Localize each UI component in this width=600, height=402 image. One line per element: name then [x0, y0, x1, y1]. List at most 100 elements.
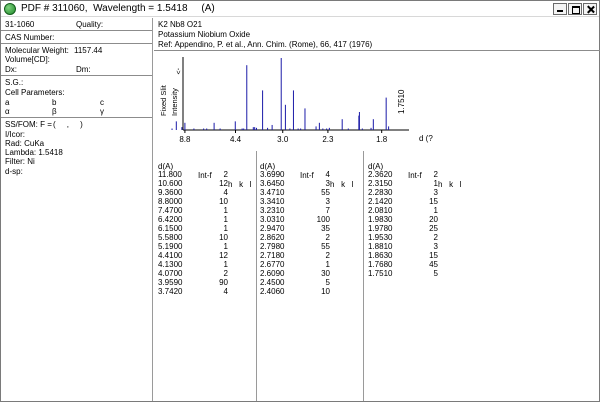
intensity-value: 100 — [316, 215, 330, 224]
maximize-button[interactable] — [568, 3, 582, 15]
d-spacing-value: 2.0810 — [368, 206, 393, 215]
d-spacing-value: 5.1900 — [158, 242, 183, 251]
cell-beta: β — [52, 107, 57, 116]
x-tick-label: 4.4 — [230, 135, 242, 144]
icor-label: I/Icor: — [5, 130, 26, 139]
intensity-value: 1 — [433, 206, 438, 215]
d-spacing-value: 2.2830 — [368, 188, 393, 197]
cell-gamma: γ — [100, 107, 104, 116]
pdf-card-window: PDF # 311060, Wavelength = 1.5418 (A) 31… — [0, 0, 600, 402]
y-axis-label-2: Intensity — [170, 88, 179, 116]
intensity-value: 3 — [325, 179, 330, 188]
intensity-value: 4 — [223, 287, 228, 296]
d-spacing-value: 1.8810 — [368, 242, 393, 251]
intensity-value: 2 — [223, 170, 228, 179]
intensity-value: 90 — [219, 278, 228, 287]
close-button[interactable] — [583, 3, 597, 15]
title-bar[interactable]: PDF # 311060, Wavelength = 1.5418 (A) — [1, 1, 599, 17]
filter-label: Filter: Ni — [5, 157, 35, 166]
d-spacing-value: 1.7510 — [368, 269, 393, 278]
d-spacing-value: 10.600 — [158, 179, 183, 188]
left-info-panel: 31-1060 Quality: CAS Number: Molecular W… — [1, 18, 153, 401]
d-spacing-value: 1.9780 — [368, 224, 393, 233]
intensity-value: 1 — [433, 179, 438, 188]
x-axis-ticks: 8.8 4.4 3.0 2.3 1.8 — [179, 130, 388, 144]
d-spacing-value: 3.3410 — [260, 197, 285, 206]
table-column-2: d(A) Int-f h k l 3.6990 4 3.6450 3 3.4710 55 3… — [260, 153, 360, 402]
cas-number-label: CAS Number: — [5, 33, 55, 42]
intensity-value: 20 — [429, 215, 438, 224]
x-axis-label: d (? — [419, 134, 433, 143]
d-spacing-value: 6.4200 — [158, 215, 183, 224]
d-spacing-value: 1.8630 — [368, 251, 393, 260]
intensity-value: 2 — [433, 170, 438, 179]
volume-label: Volume[CD]: — [5, 55, 50, 64]
d-spacing-value: 2.7180 — [260, 251, 285, 260]
d-spacing-value: 3.2310 — [260, 206, 285, 215]
intensity-value: 2 — [325, 233, 330, 242]
d-spacing-value: 1.9530 — [368, 233, 393, 242]
cell-a: a — [5, 98, 10, 107]
d-spacing-value: 3.9590 — [158, 278, 183, 287]
compound-name: Potassium Niobium Oxide — [158, 30, 251, 39]
d-spacing-value: 7.4700 — [158, 206, 183, 215]
table-column-1: d(A) Int-f h k l 11.800 2 10.600 12 9.3600 4 8… — [158, 153, 253, 402]
intensity-value: 30 — [321, 269, 330, 278]
ss-fom-value: ( , ) — [53, 120, 83, 129]
intensity-value: 35 — [321, 224, 330, 233]
intensity-value: 2 — [433, 233, 438, 242]
window-title: PDF # 311060, Wavelength = 1.5418 (A) — [21, 3, 215, 14]
intensity-value: 3 — [325, 197, 330, 206]
intensity-value: 1 — [223, 242, 228, 251]
cell-c: c — [100, 98, 104, 107]
intensity-value: 3 — [433, 188, 438, 197]
d-spacing-value: 2.6770 — [260, 260, 285, 269]
d-spacing-value: 11.800 — [158, 170, 182, 179]
intensity-value: 1 — [223, 206, 228, 215]
minimize-button[interactable] — [553, 3, 567, 15]
intensity-value: 55 — [321, 242, 330, 251]
pdf-number: 31-1060 — [5, 20, 35, 29]
d-spacing-value: 4.0700 — [158, 269, 183, 278]
d-spacing-value: 2.3150 — [368, 179, 393, 188]
d-spacing-value: 1.7680 — [368, 260, 393, 269]
diffraction-pattern-chart: Fixed Slit Intensity -> 8.8 4.4 3.0 2.3 1.8 … — [159, 57, 433, 144]
intensity-value: 1 — [223, 224, 228, 233]
d-spacing-value: 8.8000 — [158, 197, 183, 206]
d-spacing-value: 4.4100 — [158, 251, 183, 260]
header-hkl: h k l — [438, 180, 462, 189]
y-axis-arrow: -> — [174, 68, 181, 74]
d-spacing-value: 2.4060 — [260, 287, 285, 296]
d-spacing-label: d-sp: — [5, 167, 23, 176]
intensity-value: 10 — [219, 233, 228, 242]
intensity-value: 45 — [429, 260, 438, 269]
x-tick-label: 3.0 — [277, 135, 289, 144]
molecular-weight-label: Molecular Weight: — [5, 46, 69, 55]
intensity-value: 10 — [219, 197, 228, 206]
d-spacing-value: 3.7420 — [158, 287, 183, 296]
x-tick-label: 1.8 — [376, 135, 388, 144]
d-spacing-value: 2.1420 — [368, 197, 393, 206]
intensity-value: 15 — [429, 251, 438, 260]
chemical-formula: K2 Nb8 O21 — [158, 20, 203, 29]
d-spacing-value: 3.6990 — [260, 170, 285, 179]
cell-b: b — [52, 98, 57, 107]
d-spacing-value: 2.7980 — [260, 242, 285, 251]
d-spacing-value: 2.4500 — [260, 278, 285, 287]
reference: Ref: Appendino, P. et al., Ann. Chim. (R… — [158, 40, 373, 49]
peak-bars — [171, 58, 390, 130]
x-tick-label: 8.8 — [179, 135, 191, 144]
lambda-label: Lambda: 1.5418 — [5, 148, 63, 157]
app-icon — [4, 3, 16, 15]
wavelength-annotation: 1.7510 — [397, 89, 406, 114]
intensity-value: 12 — [219, 251, 228, 260]
x-tick-label: 2.3 — [322, 135, 334, 144]
intensity-value: 1 — [325, 260, 330, 269]
d-spacing-value: 3.4710 — [260, 188, 285, 197]
d-spacing-value: 2.3620 — [368, 170, 393, 179]
d-spacing-value: 2.8620 — [260, 233, 285, 242]
intensity-value: 2 — [325, 251, 330, 260]
d-spacing-value: 2.9470 — [260, 224, 285, 233]
intensity-value: 2 — [223, 269, 228, 278]
d-spacing-value: 5.5800 — [158, 233, 183, 242]
